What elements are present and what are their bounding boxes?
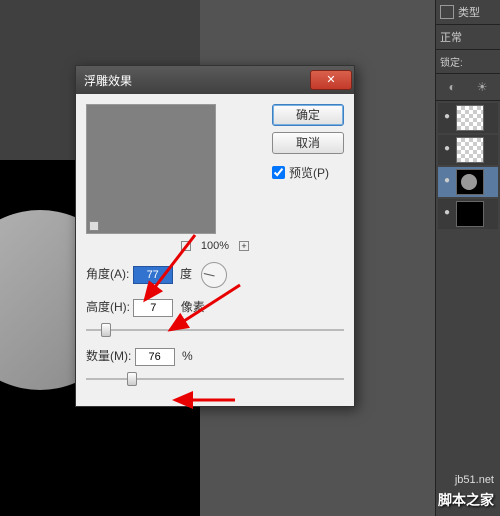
layer-row[interactable]: ● bbox=[438, 135, 498, 165]
layer-thumb bbox=[456, 105, 484, 131]
emboss-dialog: 浮雕效果 ✕ 确定 取消 预览(P) - 100% + 角度(A): bbox=[75, 65, 355, 407]
blend-mode-dropdown[interactable]: 正常 bbox=[436, 25, 500, 50]
dialog-body: 确定 取消 预览(P) - 100% + 角度(A): 度 高度(H): 像素 bbox=[76, 94, 354, 406]
layer-row[interactable]: ● bbox=[438, 199, 498, 229]
watermark-url: jb51.net bbox=[455, 474, 494, 486]
zoom-out-button[interactable]: - bbox=[181, 241, 191, 251]
lock-label: 锁定: bbox=[440, 58, 463, 69]
amount-slider[interactable] bbox=[86, 372, 344, 386]
slider-track bbox=[86, 329, 344, 331]
zoom-row: - 100% + bbox=[86, 240, 344, 252]
height-unit: 像素 bbox=[181, 300, 205, 314]
height-slider[interactable] bbox=[86, 323, 344, 337]
slider-thumb[interactable] bbox=[101, 323, 111, 337]
amount-param: 数量(M): % bbox=[86, 347, 344, 386]
layer-row[interactable]: ● bbox=[438, 103, 498, 133]
amount-input[interactable] bbox=[135, 348, 175, 366]
amount-label: 数量(M): bbox=[86, 347, 131, 364]
layer-thumb bbox=[456, 137, 484, 163]
layers-panel: ● ● ● ● bbox=[436, 101, 500, 233]
height-input[interactable] bbox=[133, 299, 173, 317]
dialog-title: 浮雕效果 bbox=[84, 72, 132, 89]
visibility-icon[interactable]: ● bbox=[440, 207, 454, 221]
angle-label: 角度(A): bbox=[86, 265, 129, 282]
slider-thumb[interactable] bbox=[127, 372, 137, 386]
preview-checkbox[interactable] bbox=[272, 166, 285, 179]
amount-unit: % bbox=[182, 349, 193, 363]
lock-row: 锁定: bbox=[436, 50, 500, 74]
cancel-button[interactable]: 取消 bbox=[272, 132, 344, 154]
zoom-in-button[interactable]: + bbox=[239, 241, 249, 251]
angle-wheel[interactable] bbox=[201, 262, 227, 288]
filter-icon bbox=[440, 5, 454, 19]
visibility-icon[interactable]: ● bbox=[440, 111, 454, 125]
brightness-icon[interactable]: ☀ bbox=[477, 80, 488, 94]
resize-corner-icon bbox=[89, 221, 99, 231]
angle-input[interactable] bbox=[133, 266, 173, 284]
layer-row[interactable]: ● bbox=[438, 167, 498, 197]
layer-thumb bbox=[456, 201, 484, 227]
visibility-icon[interactable]: ● bbox=[440, 143, 454, 157]
ok-button[interactable]: 确定 bbox=[272, 104, 344, 126]
zoom-value: 100% bbox=[201, 240, 229, 252]
layer-thumb bbox=[456, 169, 484, 195]
height-param: 高度(H): 像素 bbox=[86, 298, 344, 337]
slider-track bbox=[86, 378, 344, 380]
angle-unit: 度 bbox=[180, 267, 192, 281]
visibility-icon[interactable]: ● bbox=[440, 175, 454, 189]
preview-checkbox-label: 预览(P) bbox=[289, 164, 329, 181]
preview-box[interactable] bbox=[86, 104, 216, 234]
watermark-text: 脚本之家 bbox=[438, 490, 494, 510]
blend-mode-value: 正常 bbox=[440, 32, 462, 44]
close-button[interactable]: ✕ bbox=[310, 70, 352, 90]
panel-icon-row: ◐ ☀ bbox=[436, 74, 500, 101]
right-panels: 类型 正常 锁定: ◐ ☀ ● ● ● ● bbox=[435, 0, 500, 516]
kind-label: 类型 bbox=[458, 4, 480, 20]
adjust-icon[interactable]: ◐ bbox=[448, 80, 455, 94]
kind-filter[interactable]: 类型 bbox=[436, 0, 500, 25]
dialog-titlebar[interactable]: 浮雕效果 ✕ bbox=[76, 66, 354, 94]
angle-param: 角度(A): 度 bbox=[86, 262, 344, 288]
preview-checkbox-row[interactable]: 预览(P) bbox=[272, 164, 344, 181]
height-label: 高度(H): bbox=[86, 298, 130, 315]
